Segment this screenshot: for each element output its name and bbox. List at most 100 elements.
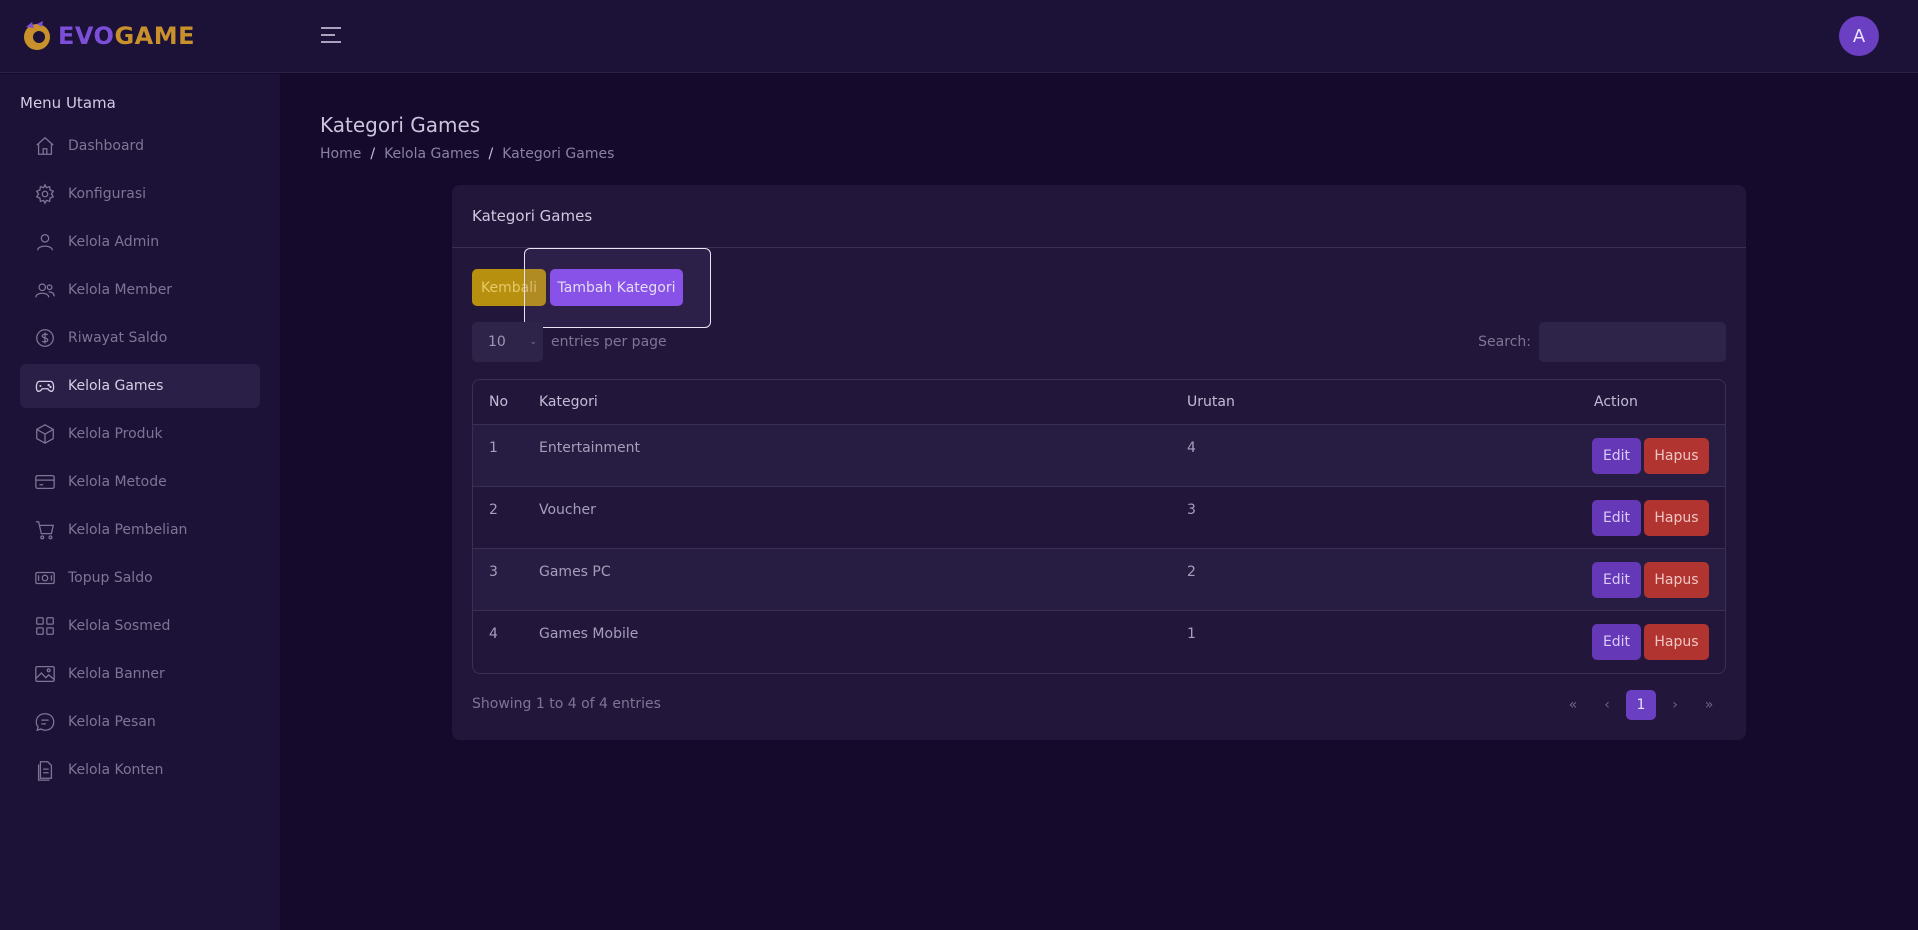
brand-name-game: GAME bbox=[114, 22, 196, 50]
sidebar-item-kelola-banner[interactable]: Kelola Banner bbox=[20, 652, 260, 696]
edit-button[interactable]: Edit bbox=[1592, 562, 1641, 598]
cell-kategori: Voucher bbox=[539, 502, 596, 518]
column-header-no[interactable]: No bbox=[489, 394, 508, 410]
row-actions: Edit Hapus bbox=[1592, 500, 1709, 536]
sidebar-menu: Dashboard Konfigurasi Kelola Admin Kelol… bbox=[20, 124, 260, 796]
entries-per-page-select[interactable]: 10 ⌄ bbox=[472, 322, 543, 362]
sidebar-item-kelola-member[interactable]: Kelola Member bbox=[20, 268, 260, 312]
table-header: No Kategori Urutan Action bbox=[473, 380, 1725, 425]
cell-urutan: 2 bbox=[1187, 564, 1196, 580]
sidebar-item-label: Dashboard bbox=[68, 138, 144, 154]
breadcrumb-separator: / bbox=[370, 146, 376, 162]
pagination-next[interactable]: › bbox=[1660, 690, 1690, 720]
sidebar-item-label: Riwayat Saldo bbox=[68, 330, 168, 346]
table-info: Showing 1 to 4 of 4 entries bbox=[472, 696, 661, 712]
pagination: « ‹ 1 › » bbox=[1554, 690, 1724, 720]
sidebar-item-label: Kelola Games bbox=[68, 378, 164, 394]
search-input[interactable] bbox=[1539, 322, 1726, 362]
sidebar-item-riwayat-saldo[interactable]: Riwayat Saldo bbox=[20, 316, 260, 360]
avatar[interactable]: A bbox=[1839, 16, 1879, 56]
cell-no: 1 bbox=[489, 440, 498, 456]
home-icon bbox=[34, 135, 56, 157]
sidebar-item-label: Konfigurasi bbox=[68, 186, 147, 202]
table-row: 3 Games PC 2 Edit Hapus bbox=[473, 549, 1725, 611]
delete-button[interactable]: Hapus bbox=[1644, 562, 1709, 598]
users-icon bbox=[34, 279, 56, 301]
card-icon bbox=[34, 471, 56, 493]
cell-kategori: Games Mobile bbox=[539, 626, 639, 642]
edit-button[interactable]: Edit bbox=[1592, 438, 1641, 474]
sidebar-item-label: Topup Saldo bbox=[68, 570, 153, 586]
money-icon bbox=[34, 567, 56, 589]
entries-per-page-label: entries per page bbox=[551, 334, 667, 350]
cell-urutan: 4 bbox=[1187, 440, 1196, 456]
sidebar-item-label: Kelola Pembelian bbox=[68, 522, 188, 538]
brand-name-evo: EVO bbox=[58, 22, 115, 50]
delete-button[interactable]: Hapus bbox=[1644, 624, 1709, 660]
sidebar-item-kelola-metode[interactable]: Kelola Metode bbox=[20, 460, 260, 504]
chat-icon bbox=[34, 711, 56, 733]
pagination-page-1[interactable]: 1 bbox=[1626, 690, 1656, 720]
document-icon bbox=[34, 759, 56, 781]
sidebar-item-label: Kelola Sosmed bbox=[68, 618, 171, 634]
entries-length: 10 ⌄ entries per page bbox=[472, 322, 667, 362]
chevron-down-icon: ⌄ bbox=[529, 337, 537, 347]
row-actions: Edit Hapus bbox=[1592, 438, 1709, 474]
brand-logo[interactable]: EVOGAME bbox=[20, 18, 195, 54]
gear-icon bbox=[34, 183, 56, 205]
sidebar-item-kelola-konten[interactable]: Kelola Konten bbox=[20, 748, 260, 792]
breadcrumb-separator: / bbox=[488, 146, 494, 162]
cell-urutan: 1 bbox=[1187, 626, 1196, 642]
grid-icon bbox=[34, 615, 56, 637]
sidebar-item-topup-saldo[interactable]: Topup Saldo bbox=[20, 556, 260, 600]
breadcrumb-kelola-games[interactable]: Kelola Games bbox=[384, 146, 479, 162]
sidebar-item-label: Kelola Metode bbox=[68, 474, 167, 490]
cell-no: 2 bbox=[489, 502, 498, 518]
sidebar-item-konfigurasi[interactable]: Konfigurasi bbox=[20, 172, 260, 216]
add-category-button[interactable]: Tambah Kategori bbox=[550, 269, 683, 306]
cell-no: 4 bbox=[489, 626, 498, 642]
back-button[interactable]: Kembali bbox=[472, 269, 546, 306]
brand-name: EVOGAME bbox=[58, 22, 195, 50]
card-title: Kategori Games bbox=[452, 185, 1746, 248]
pagination-first[interactable]: « bbox=[1558, 690, 1588, 720]
sidebar-item-kelola-pesan[interactable]: Kelola Pesan bbox=[20, 700, 260, 744]
table-row: 2 Voucher 3 Edit Hapus bbox=[473, 487, 1725, 549]
sidebar-item-kelola-games[interactable]: Kelola Games bbox=[20, 364, 260, 408]
sidebar-item-label: Kelola Banner bbox=[68, 666, 165, 682]
sidebar-item-label: Kelola Admin bbox=[68, 234, 160, 250]
sidebar-item-label: Kelola Produk bbox=[68, 426, 163, 442]
delete-button[interactable]: Hapus bbox=[1644, 438, 1709, 474]
sidebar-item-kelola-sosmed[interactable]: Kelola Sosmed bbox=[20, 604, 260, 648]
dollar-circle-icon bbox=[34, 327, 56, 349]
edit-button[interactable]: Edit bbox=[1592, 500, 1641, 536]
edit-button[interactable]: Edit bbox=[1592, 624, 1641, 660]
column-header-kategori[interactable]: Kategori bbox=[539, 394, 598, 410]
page-title: Kategori Games bbox=[320, 113, 481, 137]
sidebar-heading: Menu Utama bbox=[20, 94, 116, 112]
sidebar-item-kelola-pembelian[interactable]: Kelola Pembelian bbox=[20, 508, 260, 552]
column-header-urutan[interactable]: Urutan bbox=[1187, 394, 1235, 410]
table-row: 4 Games Mobile 1 Edit Hapus bbox=[473, 611, 1725, 673]
cart-icon bbox=[34, 519, 56, 541]
sidebar-item-dashboard[interactable]: Dashboard bbox=[20, 124, 260, 168]
row-actions: Edit Hapus bbox=[1592, 624, 1709, 660]
table-search: Search: bbox=[1478, 322, 1726, 362]
sidebar-item-kelola-admin[interactable]: Kelola Admin bbox=[20, 220, 260, 264]
image-icon bbox=[34, 663, 56, 685]
pagination-last[interactable]: » bbox=[1694, 690, 1724, 720]
action-buttons: Kembali Tambah Kategori bbox=[472, 269, 683, 306]
box-icon bbox=[34, 423, 56, 445]
cell-kategori: Games PC bbox=[539, 564, 611, 580]
pagination-prev[interactable]: ‹ bbox=[1592, 690, 1622, 720]
breadcrumb-home[interactable]: Home bbox=[320, 146, 361, 162]
sidebar-item-label: Kelola Member bbox=[68, 282, 173, 298]
sidebar-item-kelola-produk[interactable]: Kelola Produk bbox=[20, 412, 260, 456]
cell-kategori: Entertainment bbox=[539, 440, 641, 456]
delete-button[interactable]: Hapus bbox=[1644, 500, 1709, 536]
cell-no: 3 bbox=[489, 564, 498, 580]
user-icon bbox=[34, 231, 56, 253]
menu-toggle-icon[interactable] bbox=[321, 27, 341, 45]
kategori-card: Kategori Games Kembali Tambah Kategori 1… bbox=[452, 185, 1746, 740]
entries-per-page-value: 10 bbox=[488, 334, 506, 350]
